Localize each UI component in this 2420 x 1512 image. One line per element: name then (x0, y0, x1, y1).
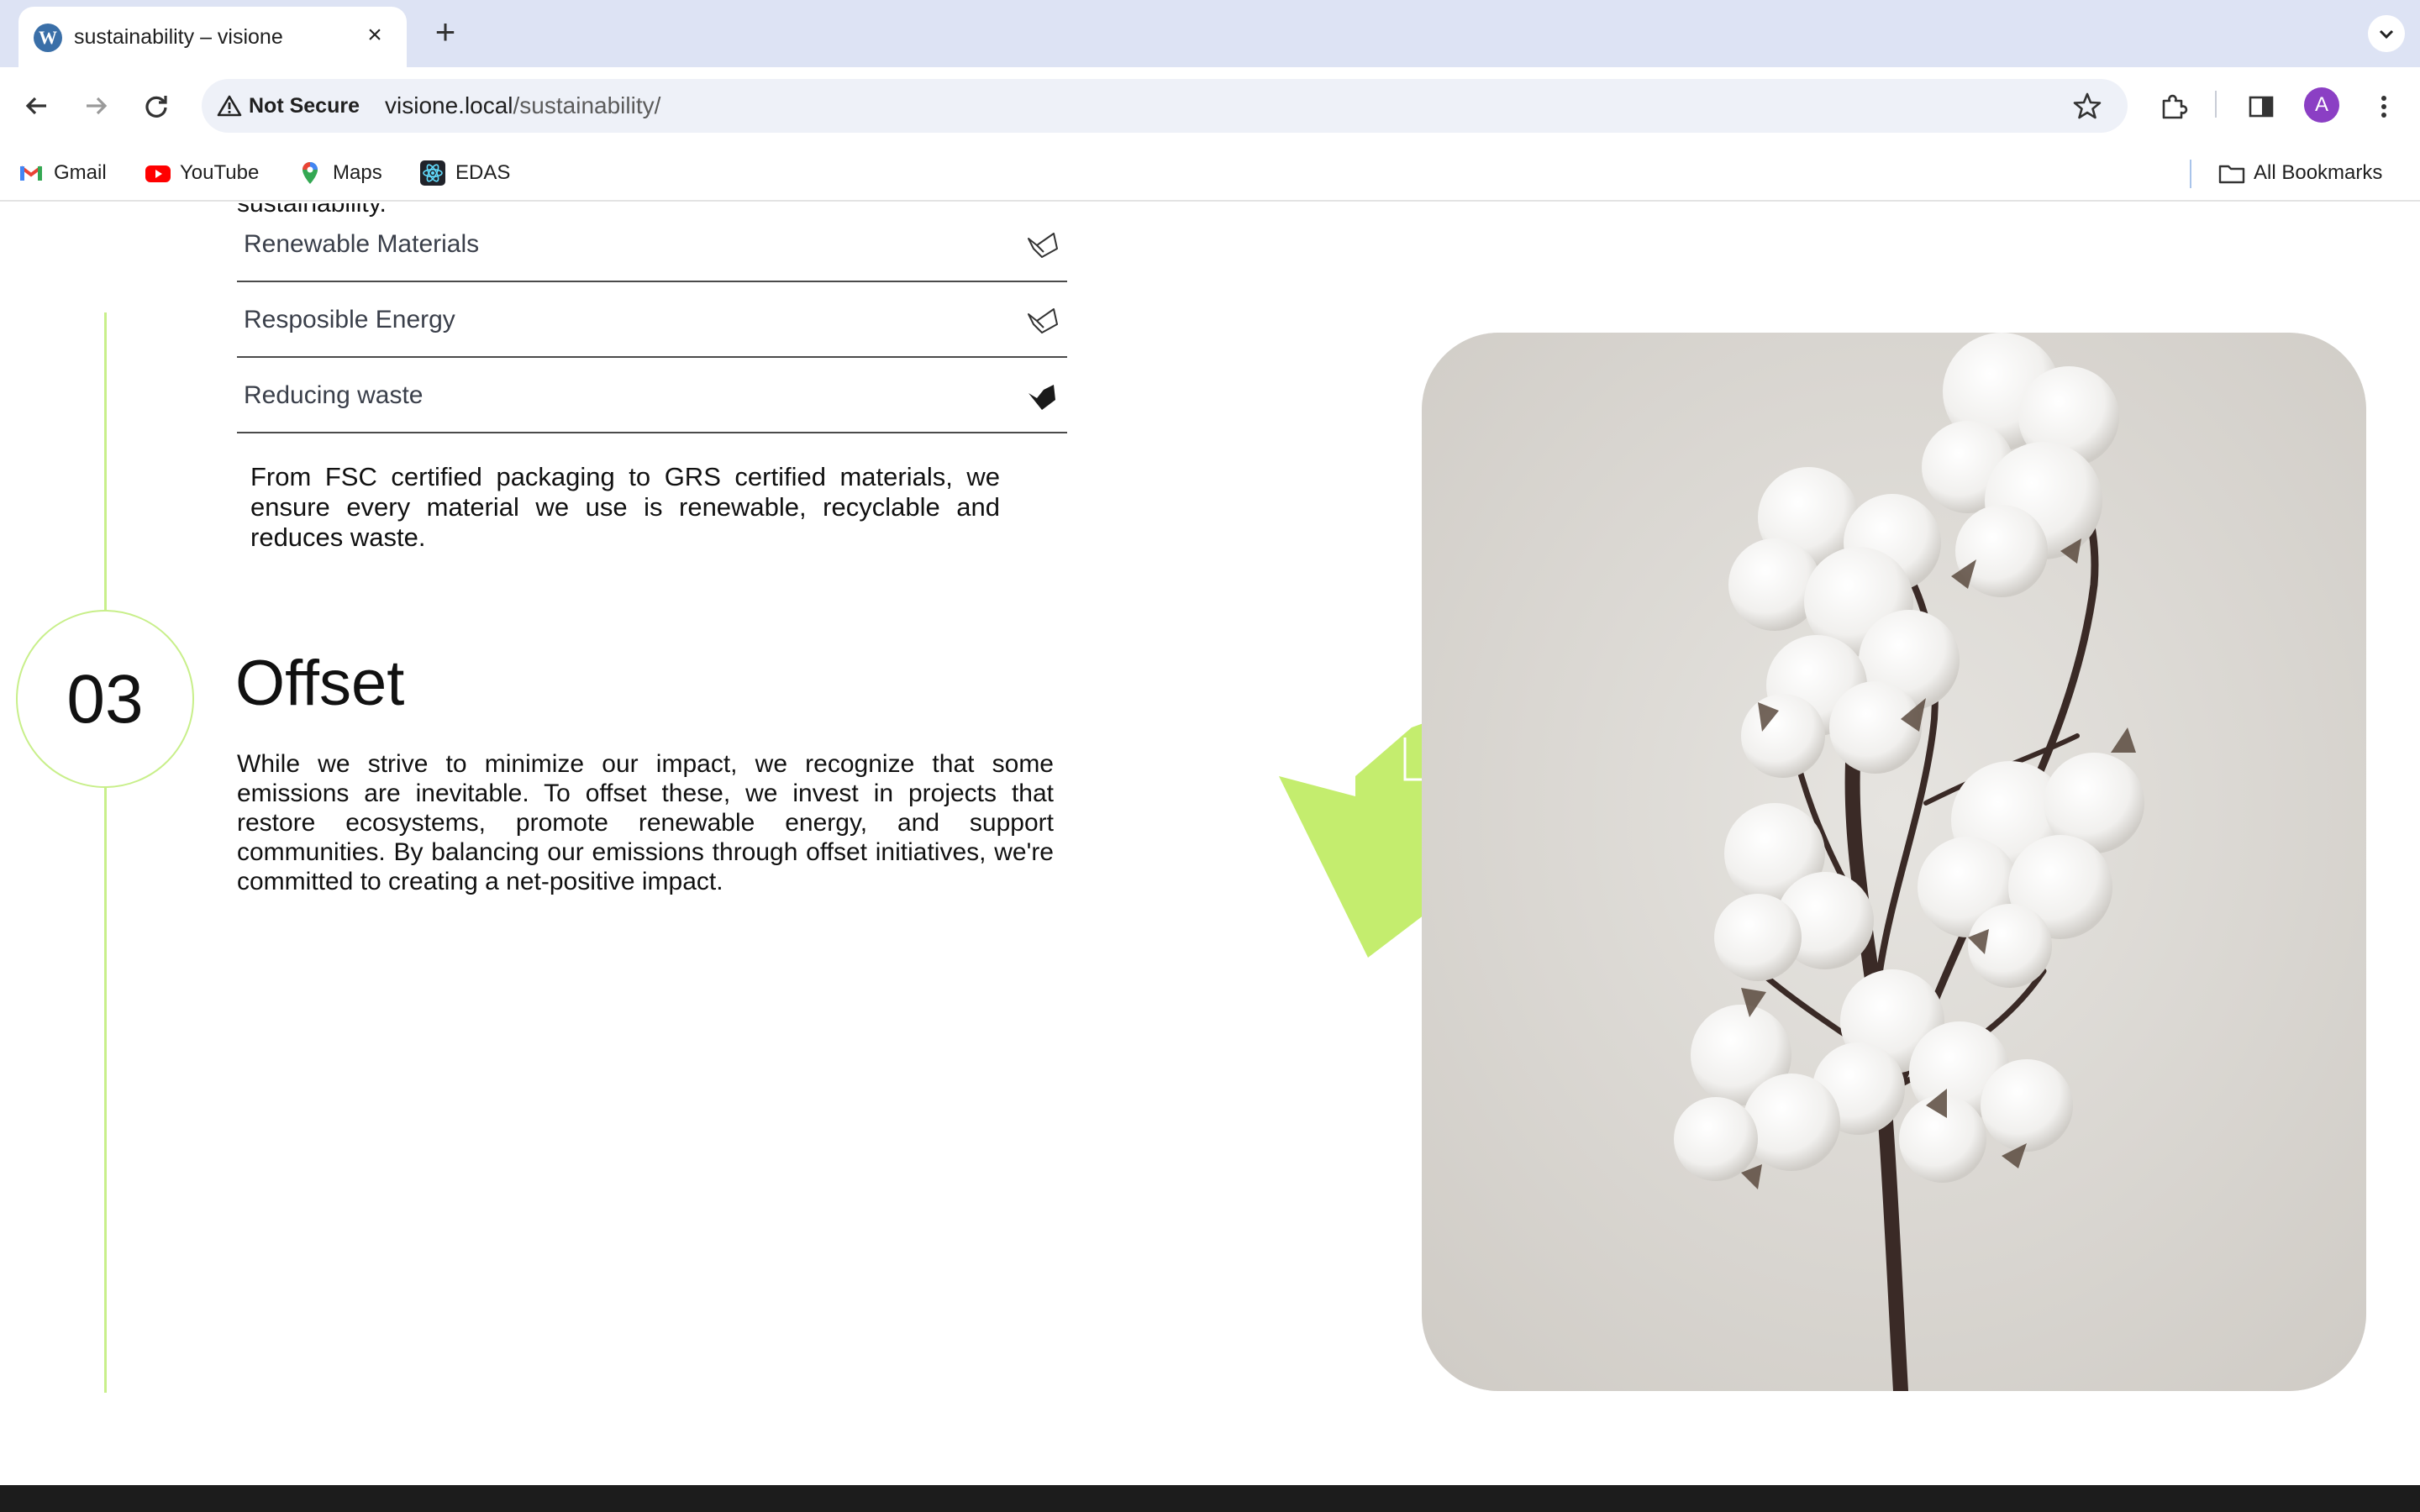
section-body: While we strive to minimize our impact, … (237, 750, 1054, 895)
bookmark-maps[interactable]: Maps (297, 158, 382, 188)
more-vertical-icon (2381, 96, 2386, 118)
star-icon (2073, 92, 2102, 119)
new-tab-button[interactable]: + (427, 14, 464, 52)
bookmark-label: EDAS (455, 161, 511, 184)
all-bookmarks-label: All Bookmarks (2254, 161, 2383, 184)
tab-strip: W sustainability – visione × + (0, 0, 2420, 67)
close-tab-icon[interactable]: × (358, 18, 392, 52)
accordion-label: Reducing waste (244, 381, 424, 409)
gmail-icon (18, 160, 44, 186)
accordion-item-reducing-waste[interactable]: Reducing waste (237, 358, 1067, 433)
chrome-menu-button[interactable] (2363, 86, 2403, 126)
warning-icon (217, 95, 242, 117)
arrow-right-icon (87, 97, 108, 115)
bookmark-label: Maps (333, 161, 382, 184)
section-title: Offset (235, 648, 405, 719)
bookmark-label: YouTube (180, 161, 260, 184)
cotton-plant-image (1422, 333, 2366, 1391)
cotton-plant-photo (1422, 333, 2366, 1391)
accordion-item-renewable-materials[interactable]: Renewable Materials (237, 207, 1067, 282)
accordion-label: Renewable Materials (244, 230, 480, 258)
bookmark-label: Gmail (54, 161, 107, 184)
side-panel-button[interactable] (2240, 86, 2281, 126)
bookmark-gmail[interactable]: Gmail (18, 158, 107, 188)
bookmarks-bar: Gmail YouTube Maps EDAS All Bookmarks (0, 144, 2420, 202)
browser-tab[interactable]: W sustainability – visione × (18, 7, 407, 67)
extensions-button[interactable] (2153, 86, 2193, 126)
puzzle-icon (2162, 94, 2188, 119)
page-content: sustainability. Renewable Materials Resp… (0, 203, 2420, 1512)
security-label: Not Secure (249, 93, 360, 118)
forward-button[interactable] (76, 86, 116, 126)
timeline-line (104, 312, 107, 1393)
bookmark-star-button[interactable] (2072, 91, 2102, 121)
step-number-badge: 03 (16, 610, 194, 788)
side-panel-icon (2249, 96, 2274, 118)
url-path: /sustainability/ (513, 92, 661, 118)
leaf-filled-icon (1028, 385, 1055, 410)
wordpress-icon: W (34, 24, 62, 52)
maps-icon (297, 160, 323, 186)
folder-icon (2218, 160, 2245, 186)
toolbar-divider (2215, 91, 2217, 118)
bookmark-edas[interactable]: EDAS (420, 158, 510, 188)
accordion-label: Resposible Energy (244, 306, 455, 333)
bookmarks-divider (2190, 160, 2191, 188)
security-indicator[interactable]: Not Secure (217, 91, 360, 121)
leaf-outline-icon (1028, 233, 1058, 258)
chevron-down-icon (2379, 29, 2394, 39)
reload-icon (145, 96, 167, 118)
step-number: 03 (66, 661, 144, 738)
react-icon (420, 160, 445, 186)
youtube-icon (145, 160, 171, 186)
arrow-left-icon (25, 97, 46, 115)
back-button[interactable] (17, 86, 57, 126)
bookmark-youtube[interactable]: YouTube (145, 158, 259, 188)
url-text[interactable]: visione.local/sustainability/ (385, 92, 660, 119)
footer-band (0, 1485, 2420, 1512)
url-host: visione.local (385, 92, 513, 118)
tab-search-button[interactable] (2368, 15, 2405, 52)
accordion-body-reducing-waste: From FSC certified packaging to GRS cert… (250, 462, 1000, 552)
reload-button[interactable] (136, 86, 176, 126)
tab-title: sustainability – visione (74, 25, 283, 49)
address-bar[interactable]: Not Secure visione.local/sustainability/ (202, 79, 2128, 133)
leaf-outline-icon (1028, 308, 1058, 333)
browser-toolbar: Not Secure visione.local/sustainability/ (0, 67, 2420, 144)
all-bookmarks-button[interactable]: All Bookmarks (2218, 158, 2382, 188)
accordion-item-responsible-energy[interactable]: Resposible Energy (237, 282, 1067, 358)
profile-avatar[interactable]: A (2304, 87, 2339, 123)
